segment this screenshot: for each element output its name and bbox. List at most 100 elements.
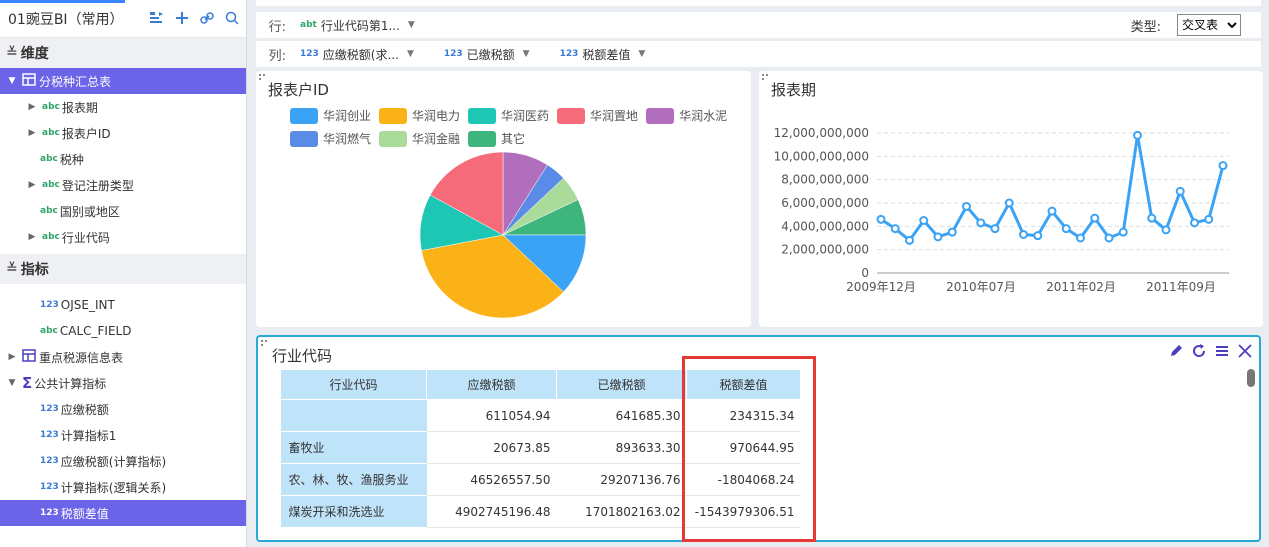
pie-chart-panel[interactable]: 报表户ID 华润创业 华润电力 华润医药 华润置地 华润水泥 华润燃气 华润金融 其它 <box>256 71 751 327</box>
data-point[interactable] <box>976 218 986 228</box>
sidebar-item[interactable]: ▶ 重点税源信息表 <box>0 344 246 370</box>
data-point[interactable] <box>947 227 957 237</box>
table-cell[interactable]: 46526557.50 <box>426 463 557 496</box>
edit-icon[interactable] <box>1168 343 1184 363</box>
table-cell[interactable]: 4902745196.48 <box>426 495 557 528</box>
data-point[interactable] <box>1047 206 1057 216</box>
sidebar-item[interactable]: 123 应缴税额(计算指标) <box>0 448 246 474</box>
drag-handle[interactable] <box>261 340 267 346</box>
sidebar-item[interactable]: 123 计算指标(逻辑关系) <box>0 474 246 500</box>
collapse-arrow-icon[interactable]: ▶ <box>6 352 18 362</box>
sidebar-item[interactable]: 123 OJSE_INT <box>0 292 246 318</box>
sidebar-item-label: 税种 <box>59 152 84 167</box>
table-cell[interactable]: 29207136.76 <box>556 463 687 496</box>
dropdown-caret-icon[interactable]: ▼ <box>523 49 530 59</box>
number-field-icon: 123 <box>40 508 59 518</box>
data-point[interactable] <box>1004 198 1014 208</box>
data-point[interactable] <box>1061 224 1071 234</box>
sidebar-item[interactable]: abc CALC_FIELD <box>0 318 246 344</box>
collapse-arrow-icon[interactable]: ▶ <box>26 102 38 112</box>
collapse-arrow-icon[interactable]: ▶ <box>26 232 38 242</box>
sidebar-item-label: 公共计算指标 <box>34 376 107 391</box>
sidebar-item[interactable]: ▶ abc 行业代码 <box>0 224 246 250</box>
collapse-arrow-icon[interactable]: ▶ <box>26 180 38 190</box>
close-icon[interactable] <box>1237 343 1253 363</box>
x-tick-label: 2010年07月 <box>946 280 1016 294</box>
data-point[interactable] <box>962 202 971 211</box>
data-point[interactable] <box>1118 227 1128 237</box>
table-scrollbar[interactable] <box>1247 369 1255 387</box>
expand-arrow-icon[interactable]: ▼ <box>6 378 18 388</box>
y-tick-label: 10,000,000,000 <box>774 149 869 163</box>
data-point[interactable] <box>1204 214 1214 224</box>
sidebar-item-label: 分税种汇总表 <box>39 74 112 89</box>
data-point[interactable] <box>1033 231 1043 241</box>
sidebar-item[interactable]: ▼ Σ 公共计算指标 <box>0 370 246 396</box>
table-cell[interactable]: 20673.85 <box>426 431 557 464</box>
field-pill[interactable]: abt 行业代码第1... ▼ <box>300 17 415 34</box>
row-shelf[interactable]: 行: abt 行业代码第1... ▼ 类型: 交叉表 <box>256 12 1261 38</box>
data-point[interactable] <box>1133 130 1142 140</box>
expand-arrow-icon[interactable]: ▼ <box>6 76 18 86</box>
sidebar-item[interactable]: abc 国别或地区 <box>0 198 246 224</box>
switch-dataset-icon[interactable] <box>149 9 165 27</box>
data-point[interactable] <box>1175 186 1185 196</box>
field-pill[interactable]: 123 已缴税额 ▼ <box>444 46 530 63</box>
search-icon[interactable] <box>224 9 240 27</box>
table-cell[interactable]: 1701802163.02 <box>556 495 687 528</box>
metrics-label: 指标 <box>20 262 49 278</box>
data-point[interactable] <box>1019 230 1028 239</box>
table-cell[interactable]: 893633.30 <box>556 431 687 464</box>
data-point[interactable] <box>1090 213 1100 223</box>
sidebar-item[interactable]: abc 税种 <box>0 146 246 172</box>
dropdown-caret-icon[interactable]: ▼ <box>408 20 415 30</box>
sidebar-item[interactable]: ▶ abc 登记注册类型 <box>0 172 246 198</box>
data-point[interactable] <box>1147 213 1157 223</box>
dropdown-caret-icon[interactable]: ▼ <box>638 49 645 59</box>
row-header-cell[interactable]: 农、林、牧、渔服务业 <box>280 463 427 496</box>
row-header-cell[interactable]: 畜牧业 <box>280 431 427 464</box>
table-cell[interactable]: 611054.94 <box>426 399 557 432</box>
data-point[interactable] <box>1076 233 1085 243</box>
data-point[interactable] <box>933 232 943 242</box>
column-shelf[interactable]: 列: 123 应缴税额(求... ▼ 123 已缴税额 ▼ 123 税额差值 ▼ <box>256 41 1261 67</box>
row-header-cell[interactable]: 煤炭开采和洗选业 <box>280 495 427 528</box>
column-header[interactable]: 行业代码 <box>280 369 427 400</box>
data-point[interactable] <box>890 224 900 234</box>
row-header-cell[interactable] <box>280 399 427 432</box>
sidebar-item[interactable]: ▶ abc 报表期 <box>0 94 246 120</box>
sidebar-item[interactable]: ▼ 分税种汇总表 <box>0 68 246 94</box>
column-header[interactable]: 应缴税额 <box>426 369 557 400</box>
data-point[interactable] <box>990 224 1000 234</box>
data-point[interactable] <box>1104 233 1114 243</box>
sidebar-item[interactable]: 123 计算指标1 <box>0 422 246 448</box>
sidebar-item[interactable]: 123 税额差值 <box>0 500 246 526</box>
refresh-icon[interactable] <box>1191 343 1207 363</box>
dataset-title[interactable]: 01豌豆BI（常用） <box>8 9 124 29</box>
sidebar-item-label: CALC_FIELD <box>59 324 132 338</box>
field-pill[interactable]: 123 应缴税额(求... ▼ <box>300 46 414 63</box>
data-point[interactable] <box>905 235 914 245</box>
data-point[interactable] <box>919 216 929 225</box>
chart-type-select[interactable]: 交叉表 <box>1177 14 1241 36</box>
table-cell[interactable]: 641685.30 <box>556 399 687 432</box>
sidebar-item-label: 计算指标1 <box>60 428 117 443</box>
line-chart-panel[interactable]: 报表期 0 2,000,000,000 4,000,000,000 6,000,000… <box>759 71 1263 327</box>
collapse-arrow-icon[interactable]: ▶ <box>26 128 38 138</box>
text-field-icon: abc <box>40 206 58 216</box>
dimensions-section-header[interactable]: ≚ 维度 <box>0 38 246 68</box>
dropdown-caret-icon[interactable]: ▼ <box>407 49 414 59</box>
column-header[interactable]: 已缴税额 <box>556 369 687 400</box>
sidebar-item[interactable]: 123 应缴税额 <box>0 396 246 422</box>
sidebar-item[interactable]: ▶ abc 报表户ID <box>0 120 246 146</box>
field-pill[interactable]: 123 税额差值 ▼ <box>560 46 646 63</box>
metrics-section-header[interactable]: ≚ 指标 <box>0 254 246 284</box>
add-icon[interactable] <box>174 9 190 27</box>
data-point[interactable] <box>1190 218 1199 228</box>
link-icon[interactable] <box>199 9 215 27</box>
data-point[interactable] <box>1218 161 1228 171</box>
number-field-icon: 123 <box>40 300 59 310</box>
data-point[interactable] <box>1161 225 1171 235</box>
menu-icon[interactable] <box>1214 343 1230 363</box>
data-point[interactable] <box>876 214 886 224</box>
